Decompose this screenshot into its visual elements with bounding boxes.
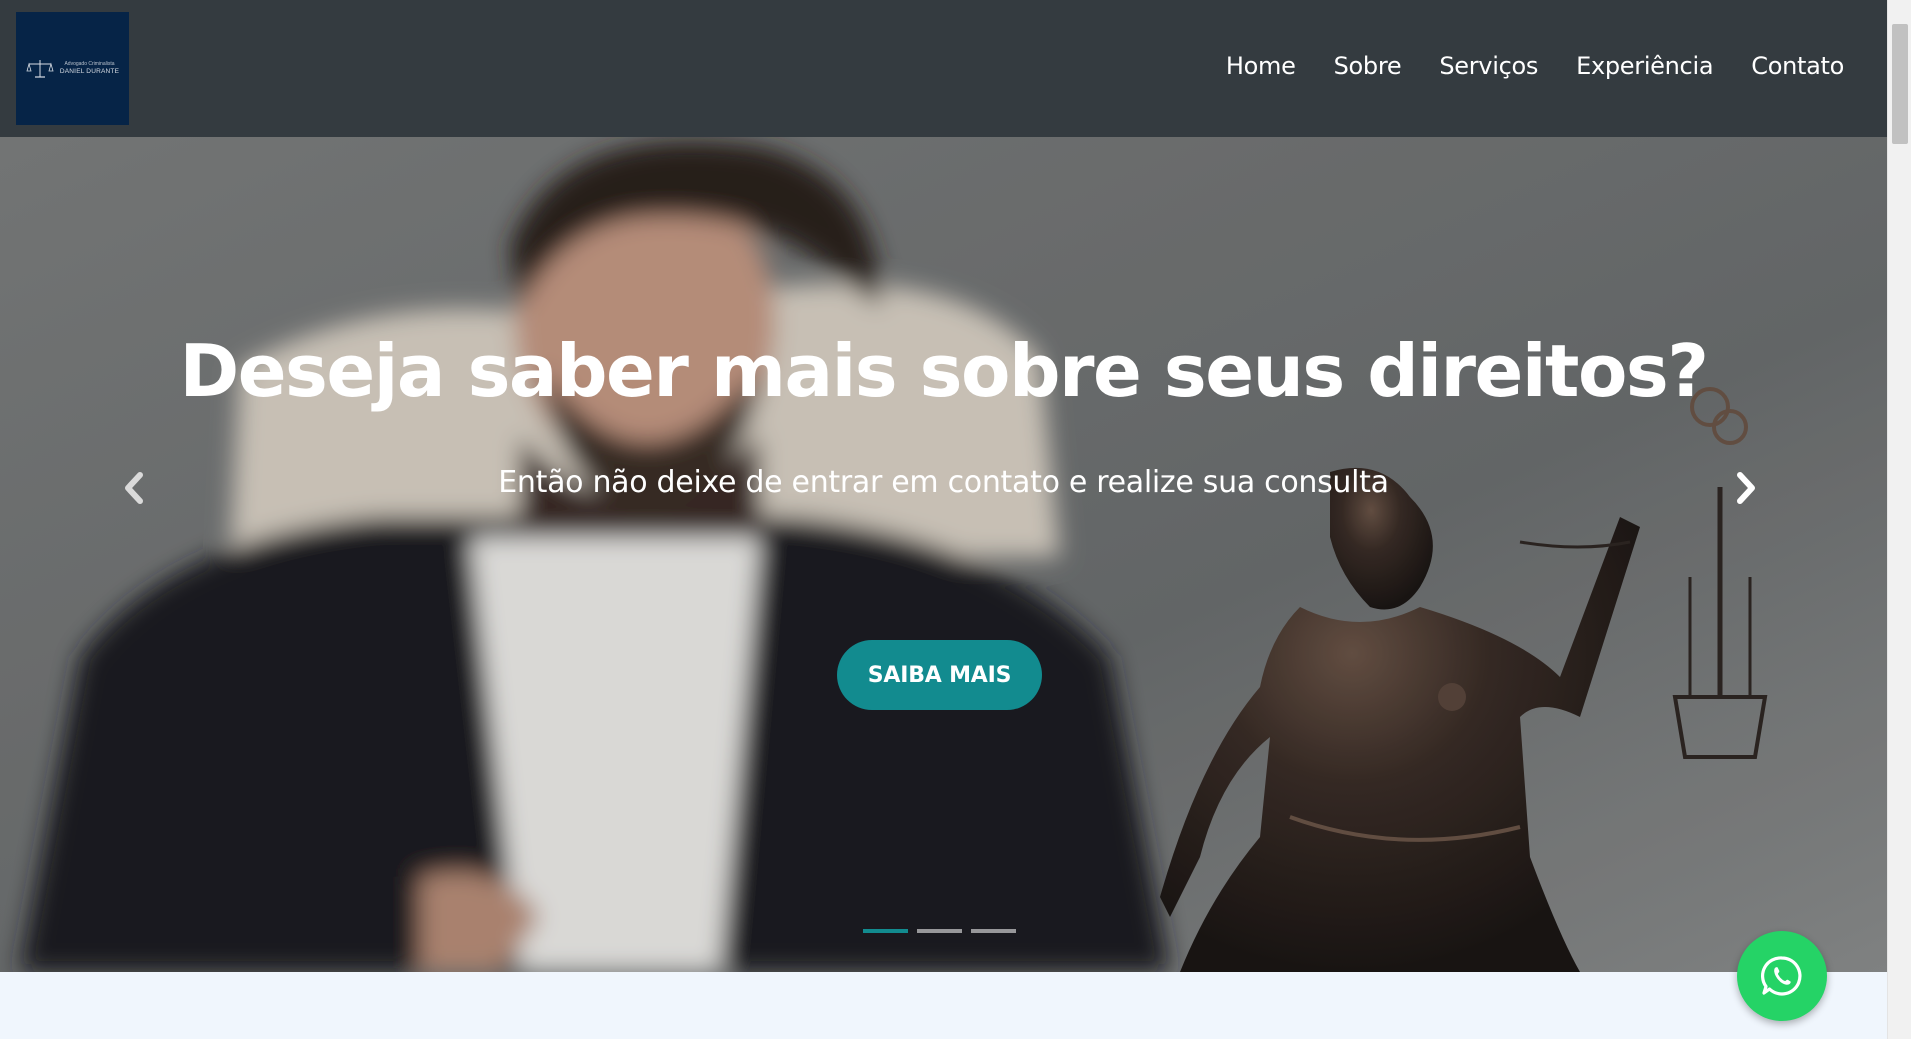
saiba-mais-button[interactable]: SAIBA MAIS: [837, 640, 1042, 710]
logo[interactable]: Advogado Criminalista DANIEL DURANTE: [16, 12, 129, 125]
nav-sobre[interactable]: Sobre: [1334, 52, 1402, 80]
hero-overlay: [0, 137, 1887, 972]
carousel-indicators: [863, 929, 1016, 933]
page: Advogado Criminalista DANIEL DURANTE Hom…: [0, 0, 1911, 1039]
nav-home[interactable]: Home: [1226, 52, 1296, 80]
page-scrollbar[interactable]: [1887, 0, 1911, 1039]
chevron-left-icon: [125, 472, 143, 504]
hero-subtitle: Então não deixe de entrar em contato e r…: [498, 465, 1389, 500]
logo-line1: Advogado Criminalista: [64, 60, 115, 67]
carousel-prev-button[interactable]: [114, 468, 154, 508]
nav-contato[interactable]: Contato: [1751, 52, 1844, 80]
carousel-indicator-1[interactable]: [863, 929, 908, 933]
nav-servicos[interactable]: Serviços: [1439, 52, 1538, 80]
carousel-next-button[interactable]: [1726, 468, 1766, 508]
next-section: [0, 972, 1887, 1039]
scrollbar-thumb[interactable]: [1892, 24, 1908, 144]
chevron-right-icon: [1737, 472, 1755, 504]
nav-experiencia[interactable]: Experiência: [1576, 52, 1713, 80]
main-nav: Home Sobre Serviços Experiência Contato: [1188, 52, 1844, 80]
whatsapp-button[interactable]: [1737, 931, 1827, 1021]
scales-of-justice-icon: [26, 59, 54, 78]
whatsapp-icon: [1761, 956, 1802, 996]
site-header: Advogado Criminalista DANIEL DURANTE Hom…: [0, 0, 1887, 137]
logo-line2: DANIEL DURANTE: [59, 67, 120, 75]
hero-carousel: Deseja saber mais sobre seus direitos? E…: [0, 137, 1887, 972]
carousel-indicator-2[interactable]: [917, 929, 962, 933]
logo-text: Advogado Criminalista DANIEL DURANTE: [59, 60, 120, 75]
hero-title: Deseja saber mais sobre seus direitos?: [179, 329, 1709, 413]
carousel-indicator-3[interactable]: [971, 929, 1016, 933]
